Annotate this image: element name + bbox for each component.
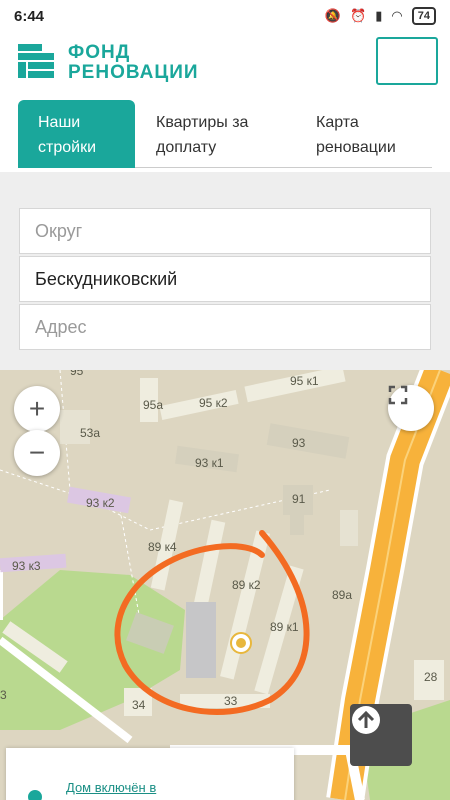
scroll-to-top-button[interactable]: [350, 704, 412, 766]
logo-text[interactable]: ФОНД РЕНОВАЦИИ: [68, 43, 199, 83]
app-header: ФОНД РЕНОВАЦИИ: [0, 32, 450, 90]
fullscreen-icon: [388, 385, 408, 405]
zoom-out-button[interactable]: −: [14, 430, 60, 476]
tab-label: стройки: [38, 139, 96, 156]
map-label: 28: [424, 670, 438, 684]
map-label: 53а: [80, 426, 101, 440]
tabs-divider: [135, 167, 432, 168]
tab-renovation-map[interactable]: Карта реновации: [316, 100, 436, 168]
map-label: 95: [70, 370, 84, 378]
status-icons: 🔕 ⏰ ▮ ◠ 74: [325, 7, 436, 25]
map-view[interactable]: 95 95 к1 95а 95 к2 53а 93 93 к1 93 к2 91…: [0, 370, 450, 800]
tab-label: реновации: [316, 139, 396, 156]
wifi-icon: ◠: [391, 8, 403, 23]
tab-label: доплату: [156, 139, 217, 156]
logo-line-1: ФОНД: [68, 42, 131, 63]
minus-icon: −: [28, 437, 46, 468]
district-select[interactable]: Округ: [19, 208, 431, 254]
map-label: 89а: [332, 588, 353, 602]
map-label: 93 к3: [12, 559, 41, 573]
map-label: 95а: [143, 398, 164, 412]
zoom-in-button[interactable]: +: [14, 386, 60, 432]
filter-panel: Округ Бескудниковский Адрес: [0, 172, 450, 370]
tab-label: Наши: [38, 114, 81, 131]
info-marker-icon: [28, 790, 42, 800]
map-label: 3: [0, 688, 7, 702]
map-label: 89 к4: [148, 540, 177, 554]
logo-icon: [18, 44, 54, 78]
plus-icon: +: [28, 393, 46, 424]
map-label: 93: [292, 436, 306, 450]
map-label: 91: [292, 492, 306, 506]
status-bar: 6:44 🔕 ⏰ ▮ ◠ 74: [0, 0, 450, 32]
menu-button[interactable]: [376, 37, 438, 85]
map-label: 93 к2: [86, 496, 115, 510]
status-time: 6:44: [14, 7, 45, 25]
map-label: 95 к1: [290, 374, 319, 388]
battery-indicator: 74: [411, 7, 436, 25]
tab-bar: Наши стройки Квартиры за доплату Карта р…: [0, 96, 450, 172]
map-label: 89 к1: [270, 620, 299, 634]
info-link[interactable]: Дом включён в: [66, 780, 156, 795]
tab-apartments-surcharge[interactable]: Квартиры за доплату: [156, 100, 296, 168]
map-label: 33: [224, 694, 238, 708]
map-label: 34: [132, 698, 146, 712]
tab-label: Квартиры за: [156, 114, 249, 131]
tab-our-constructions[interactable]: Наши стройки: [18, 100, 135, 168]
signal-icon: ▮: [375, 8, 383, 23]
address-input[interactable]: Адрес: [19, 304, 431, 350]
arrow-up-icon: [352, 706, 380, 734]
map-label: 93 к1: [195, 456, 224, 470]
mute-icon: 🔕: [324, 8, 342, 23]
logo-line-2: РЕНОВАЦИИ: [68, 62, 199, 83]
alarm-icon: ⏰: [350, 8, 367, 23]
map-label: 95 к2: [199, 396, 228, 410]
fullscreen-button[interactable]: [388, 385, 434, 431]
map-label: 89 к2: [232, 578, 261, 592]
area-select[interactable]: Бескудниковский: [19, 256, 431, 302]
tab-label: Карта: [316, 114, 359, 131]
